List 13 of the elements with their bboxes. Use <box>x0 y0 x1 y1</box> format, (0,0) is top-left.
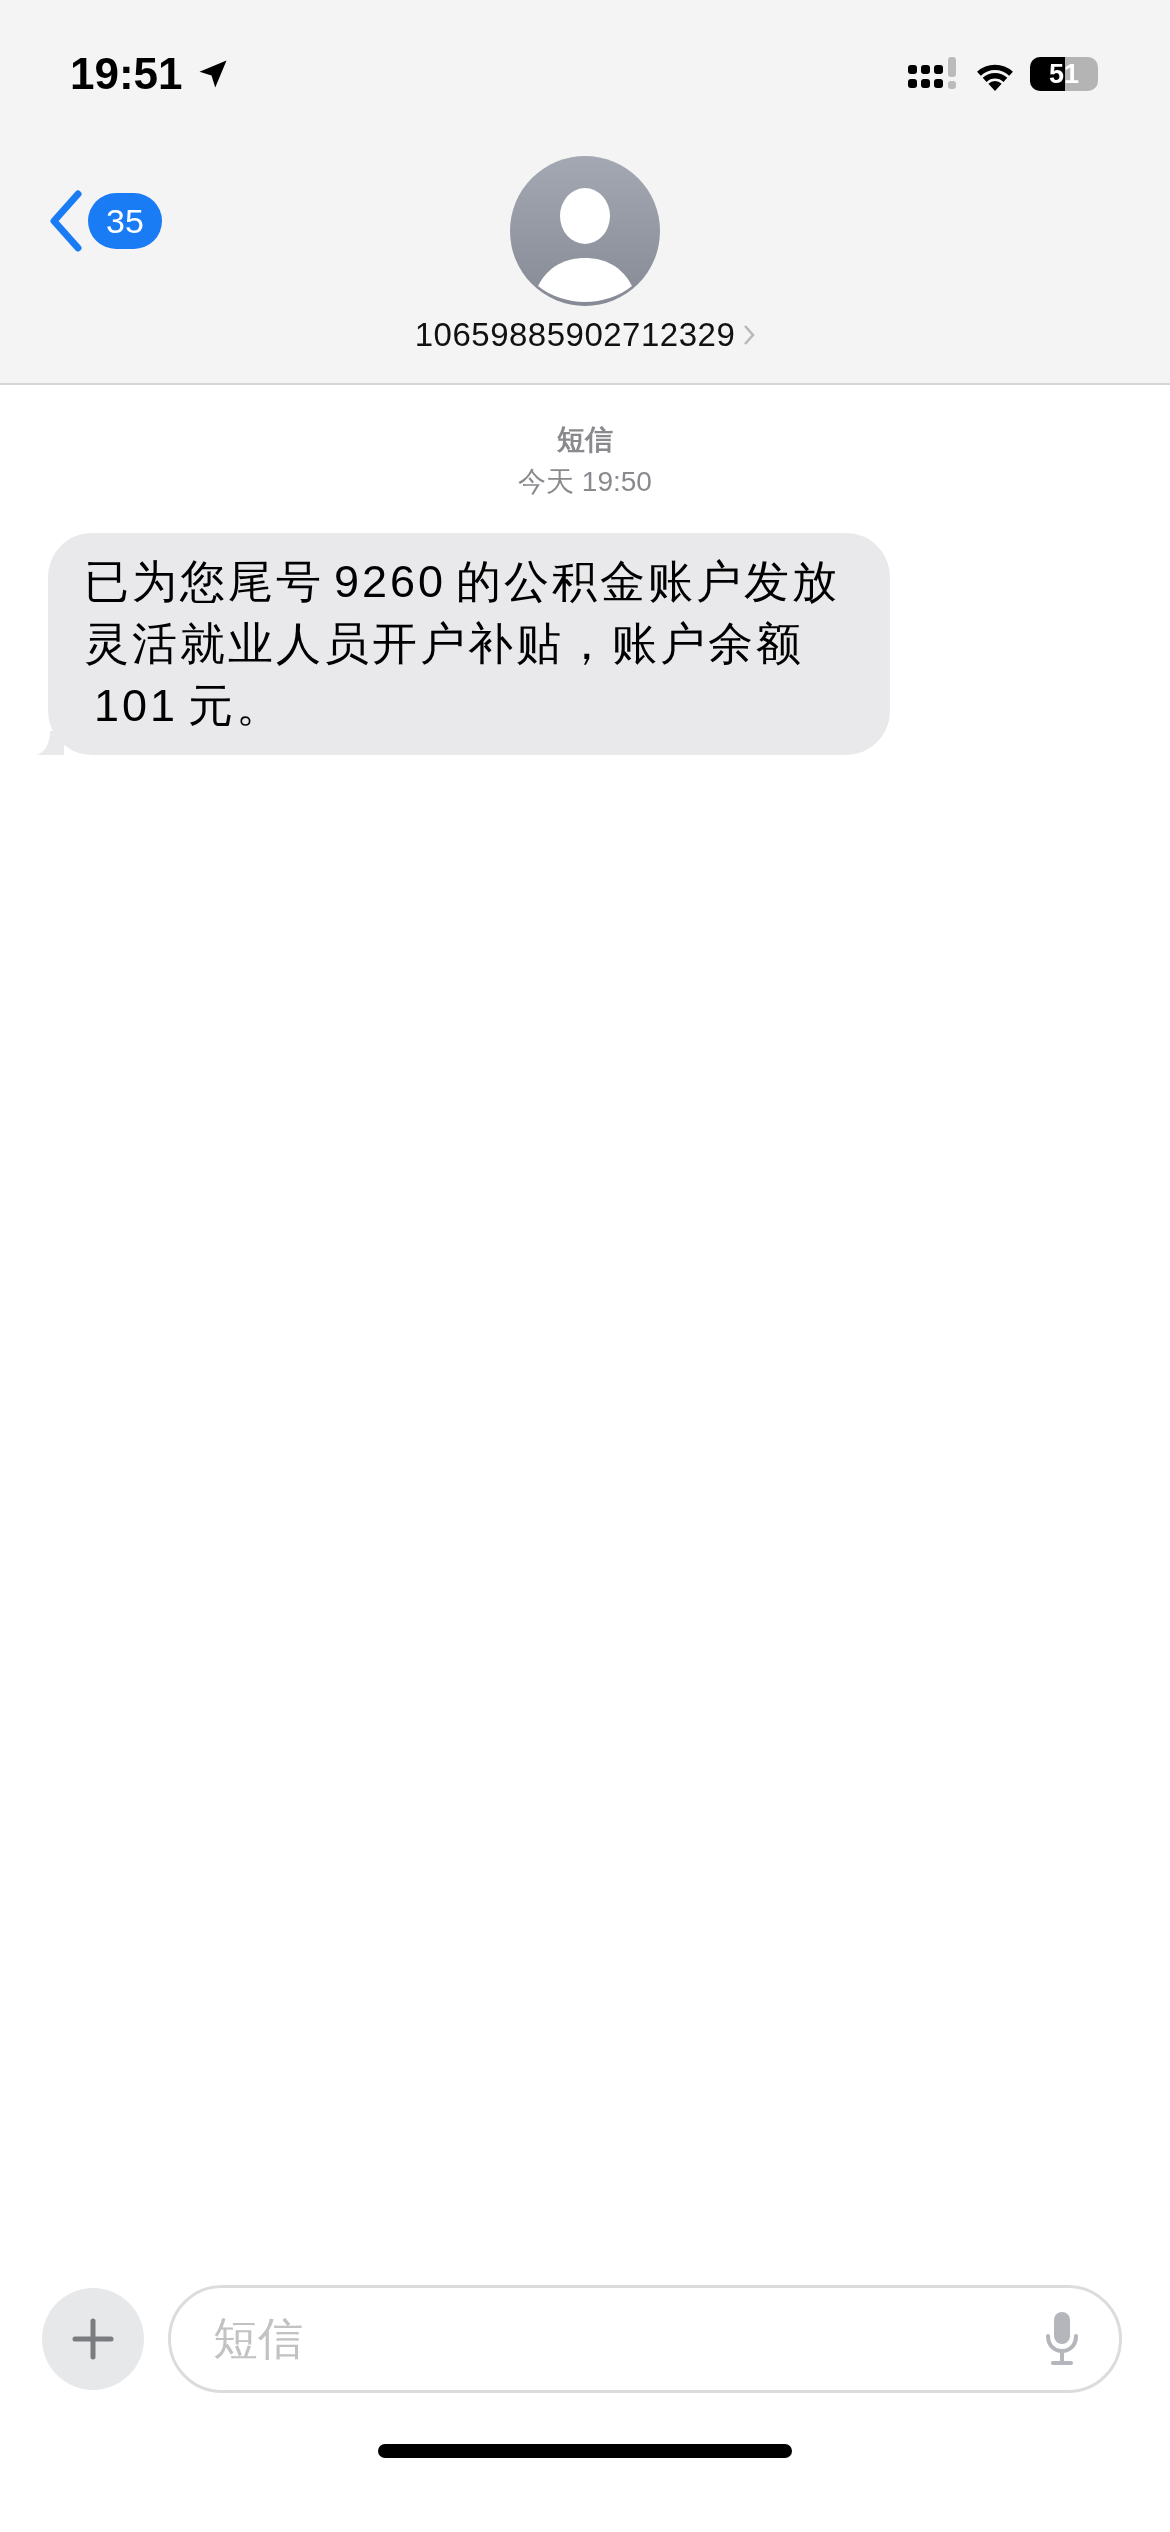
timestamp: 今天 19:50 <box>518 465 652 499</box>
status-time: 19:51 <box>70 49 183 99</box>
chevron-right-icon <box>743 324 756 346</box>
microphone-icon[interactable] <box>1045 2312 1079 2366</box>
service-label: 短信 <box>557 423 613 457</box>
back-button[interactable]: 35 <box>48 190 162 252</box>
message-input-field[interactable]: 短信 <box>211 2312 1045 2366</box>
compose-bar[interactable]: 短信 <box>168 2285 1122 2393</box>
unread-count-badge: 35 <box>88 193 162 249</box>
avatar-icon[interactable] <box>510 156 660 306</box>
plus-icon <box>71 2317 115 2361</box>
chevron-left-icon <box>48 190 82 252</box>
contact-button[interactable]: 10659885902712329 <box>414 316 756 354</box>
